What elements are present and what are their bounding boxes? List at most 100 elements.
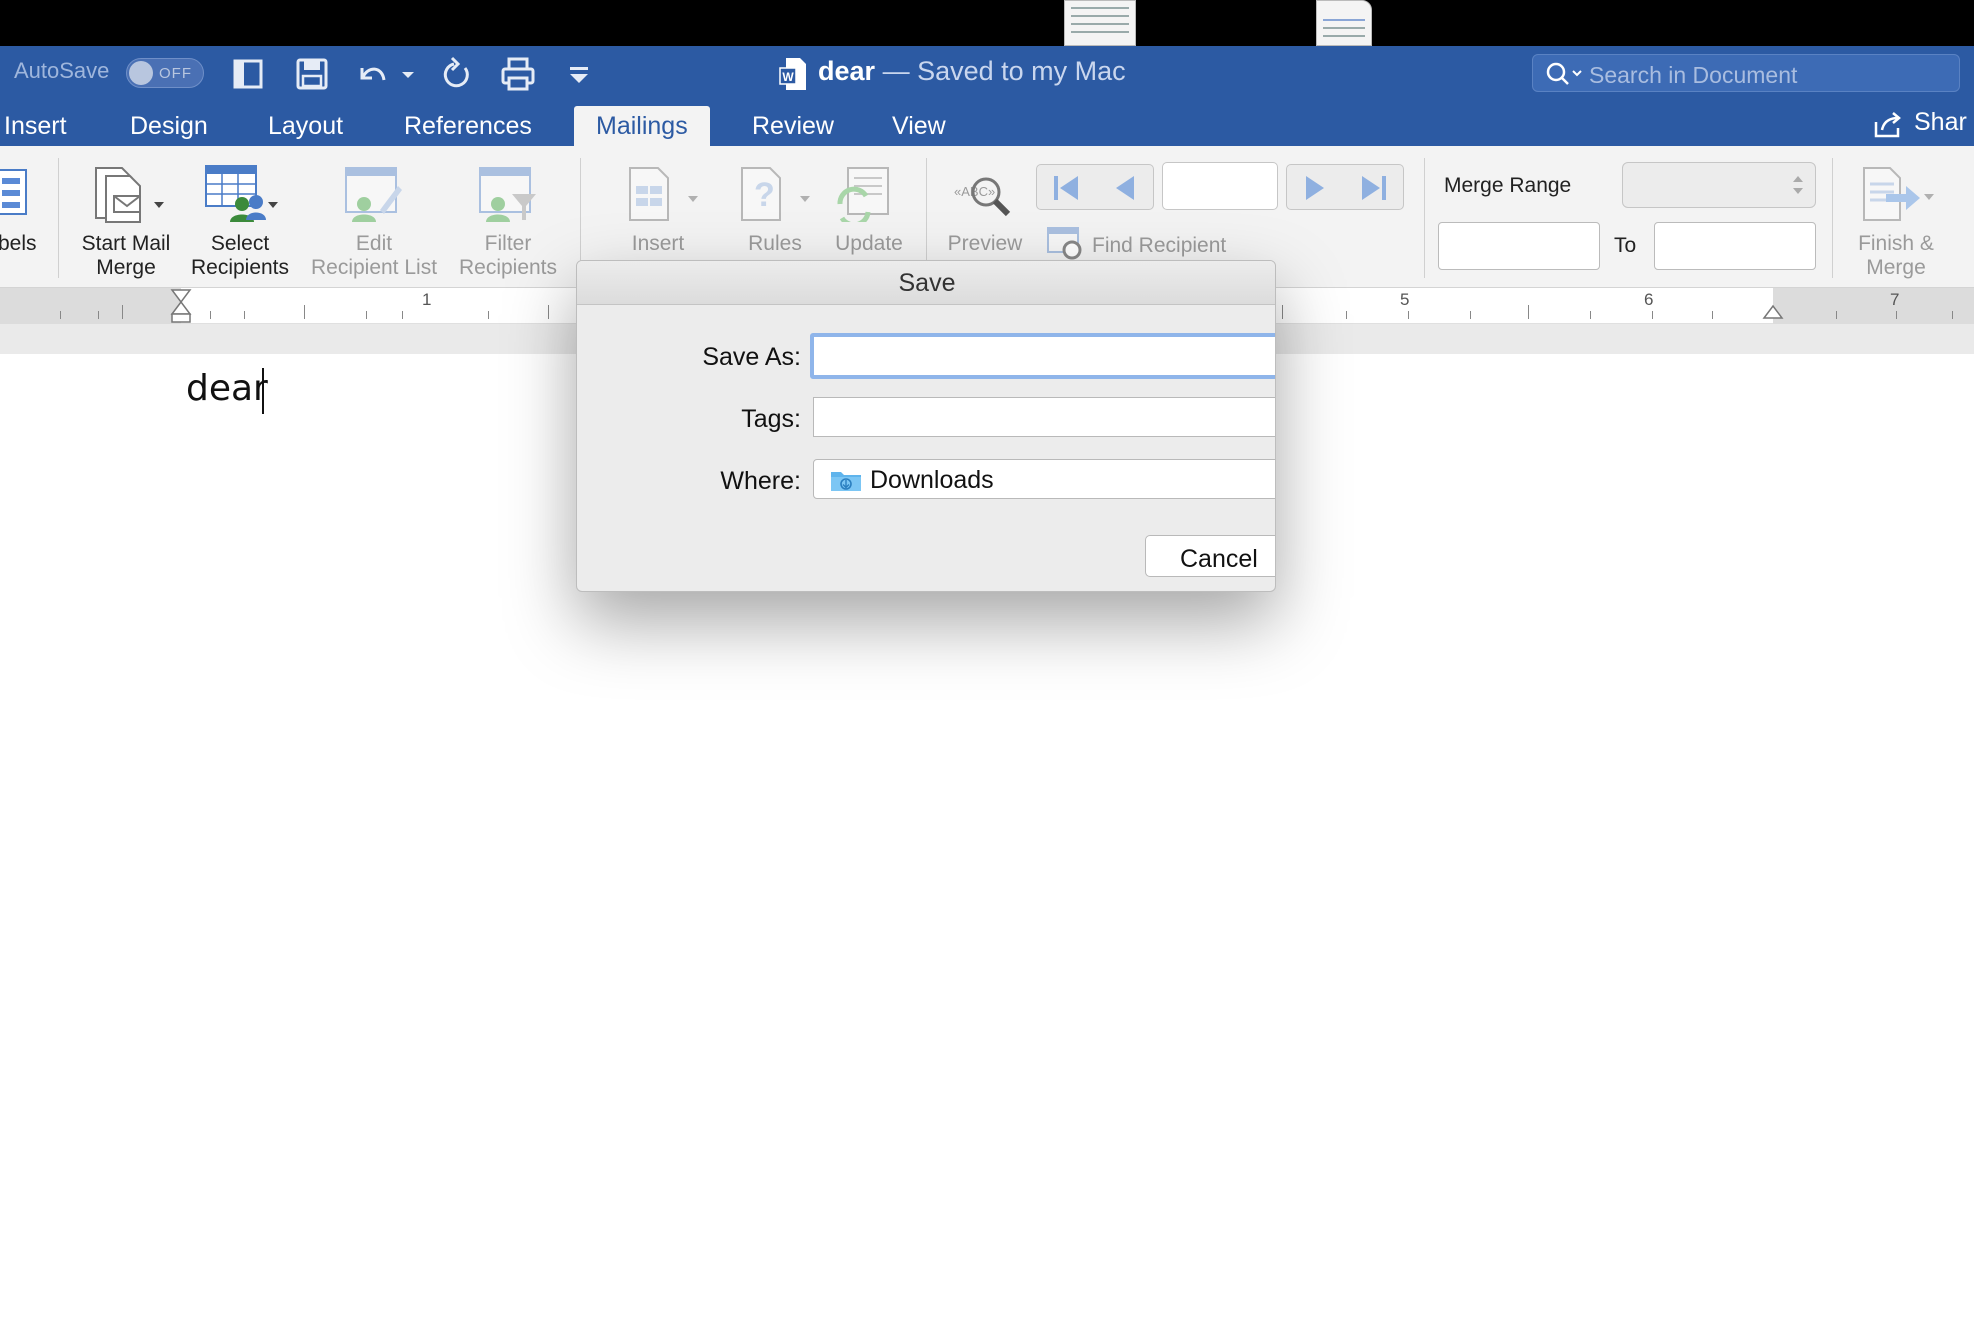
merge-range-label: Merge Range (1444, 174, 1572, 197)
ruler-number: 5 (1400, 290, 1410, 309)
start-mail-merge-label-1: Start Mail (81, 232, 171, 255)
window-thumbnail[interactable] (1064, 0, 1136, 46)
tab-view[interactable]: View (870, 106, 968, 146)
first-record-icon[interactable] (1048, 174, 1084, 202)
save-as-label: Save As: (702, 343, 801, 371)
ribbon-separator (1424, 158, 1425, 278)
start-mail-merge-icon[interactable] (92, 162, 166, 224)
preview-label: Preview (947, 232, 1023, 255)
stepper-icon (1793, 176, 1803, 194)
finish-merge-label-2: Merge (1866, 256, 1926, 279)
update-labels-icon[interactable] (836, 166, 896, 222)
ruler-right-margin (1773, 288, 1974, 324)
labels-label: bels (0, 232, 37, 255)
right-indent-marker-icon[interactable] (1762, 302, 1784, 320)
share-icon (1874, 112, 1901, 138)
update-labels-button[interactable]: Update (826, 232, 912, 256)
start-mail-merge-button[interactable]: Start Mail Merge (76, 232, 176, 280)
merge-range-select[interactable] (1622, 162, 1816, 208)
svg-text:?: ? (754, 176, 775, 214)
search-box[interactable]: Search in Document (1532, 54, 1960, 92)
merge-range-to-field[interactable] (1654, 222, 1816, 270)
save-icon[interactable] (292, 54, 332, 94)
undo-icon[interactable] (352, 54, 392, 94)
finish-merge-button[interactable]: Finish & Merge (1846, 232, 1946, 280)
next-record-icon[interactable] (1298, 174, 1334, 202)
search-icon (1546, 62, 1582, 85)
document-thumbnail[interactable] (1316, 0, 1372, 46)
sidebar-toggle-icon[interactable] (228, 54, 268, 94)
document-text[interactable]: dear (186, 368, 268, 409)
autosave-toggle[interactable]: OFF (126, 58, 204, 88)
tags-input[interactable] (813, 397, 1275, 437)
select-recipients-button[interactable]: Select Recipients (186, 232, 294, 280)
where-value: Downloads (870, 466, 994, 494)
tab-layout[interactable]: Layout (246, 106, 365, 146)
autosave-label: AutoSave (14, 58, 110, 83)
labels-button[interactable]: bels (0, 232, 37, 256)
search-placeholder: Search in Document (1589, 62, 1798, 88)
preview-results-icon[interactable]: «ABC» (952, 170, 1018, 222)
insert-merge-field-icon[interactable] (628, 166, 704, 222)
filter-recipients-button[interactable]: Filter Recipients (454, 232, 562, 280)
customize-toolbar-icon[interactable] (560, 54, 598, 94)
ribbon-separator (1832, 158, 1833, 278)
start-mail-merge-label-2: Merge (96, 256, 156, 279)
word-document-icon: W (779, 58, 806, 90)
tab-design[interactable]: Design (108, 106, 230, 146)
downloads-folder-icon (831, 472, 861, 491)
tab-insert[interactable]: Insert (0, 106, 89, 146)
insert-merge-field-button[interactable]: Insert (624, 232, 692, 256)
find-recipient-icon[interactable] (1046, 226, 1086, 262)
edit-recipient-list-icon[interactable] (344, 166, 404, 224)
find-recipient-label: Find Recipient (1092, 234, 1227, 257)
svg-text:W: W (782, 70, 794, 84)
ruler-number: 7 (1890, 290, 1900, 309)
where-label: Where: (720, 467, 801, 495)
select-recipients-label-1: Select (210, 232, 270, 255)
merge-range-to-label: To (1614, 234, 1637, 257)
desktop-strip (0, 0, 1974, 46)
rules-icon[interactable]: ? (740, 166, 816, 222)
redo-icon[interactable] (436, 54, 476, 94)
find-recipient-button[interactable]: Find Recipient (1092, 234, 1226, 258)
window-title: dear — Saved to my Mac (818, 56, 1126, 87)
ruler-left-margin (0, 288, 181, 324)
tags-label: Tags: (741, 405, 801, 433)
finish-merge-label-1: Finish & (1858, 232, 1934, 255)
undo-dropdown-icon[interactable] (396, 54, 420, 94)
select-recipients-label-2: Recipients (190, 256, 290, 279)
filter-recipients-icon[interactable] (478, 166, 538, 224)
document-name: dear (818, 56, 876, 86)
share-label: Shar (1914, 108, 1967, 136)
edit-recipient-list-label-2: Recipient List (310, 256, 438, 279)
text-cursor (262, 368, 264, 414)
last-record-icon[interactable] (1356, 174, 1392, 202)
update-label: Update (835, 232, 903, 255)
cancel-button[interactable]: Cancel (1145, 535, 1275, 577)
ruler-number: 6 (1644, 290, 1654, 309)
print-icon[interactable] (498, 54, 538, 94)
indent-marker-icon[interactable] (170, 288, 192, 324)
where-location-popup[interactable]: Downloads (813, 459, 1275, 499)
finish-merge-icon[interactable] (1860, 164, 1940, 224)
insert-label: Insert (631, 232, 685, 255)
select-recipients-icon[interactable] (204, 162, 280, 224)
tab-references[interactable]: References (382, 106, 554, 146)
filter-recipients-label-2: Recipients (458, 256, 558, 279)
share-button[interactable]: Shar (1874, 108, 1967, 138)
toggle-knob (129, 61, 153, 85)
save-dialog-title: Save (577, 261, 1275, 305)
title-bar: AutoSave OFF W dear — Saved to my Mac Se… (0, 46, 1974, 102)
rules-button[interactable]: Rules (740, 232, 810, 256)
tab-review[interactable]: Review (730, 106, 856, 146)
save-as-input[interactable] (810, 333, 1275, 379)
tab-mailings[interactable]: Mailings (574, 106, 710, 146)
labels-icon[interactable] (0, 168, 30, 218)
previous-record-icon[interactable] (1106, 174, 1142, 202)
ribbon-tabs: Insert Design Layout References Mailings… (0, 102, 1974, 146)
record-number-field[interactable] (1162, 162, 1278, 210)
preview-results-button[interactable]: Preview (940, 232, 1030, 256)
edit-recipient-list-button[interactable]: Edit Recipient List (304, 232, 444, 280)
merge-range-from-field[interactable] (1438, 222, 1600, 270)
